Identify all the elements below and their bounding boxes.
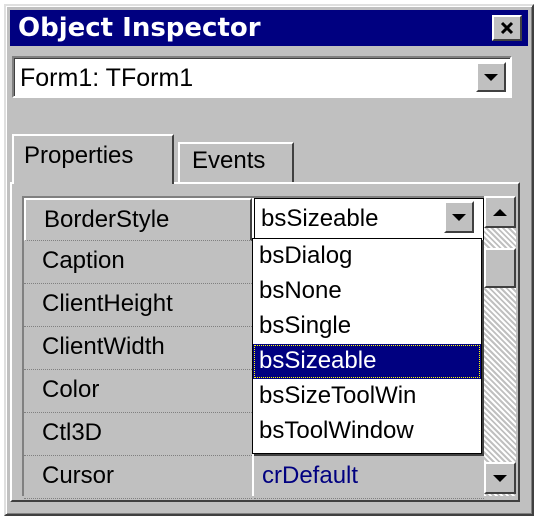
property-row[interactable]: BorderStyle bsSizeable xyxy=(24,198,484,241)
component-selector[interactable]: Form1: TForm1 xyxy=(12,56,512,98)
property-name[interactable]: Ctl3D xyxy=(24,413,252,456)
tab-properties-label: Properties xyxy=(24,142,134,169)
tab-events-label: Events xyxy=(192,147,266,174)
tab-properties[interactable]: Properties xyxy=(12,134,174,184)
property-name[interactable]: Color xyxy=(24,370,252,413)
chevron-down-icon xyxy=(484,73,498,81)
dropdown-option[interactable]: bsDialog xyxy=(253,239,481,274)
close-button[interactable] xyxy=(492,15,522,41)
title-bar[interactable]: Object Inspector xyxy=(10,10,528,46)
dropdown-option-selected[interactable]: bsSizeable xyxy=(253,344,481,379)
dropdown-option[interactable]: bsSizeToolWin xyxy=(253,379,481,414)
chevron-down-icon xyxy=(452,213,466,221)
scroll-down-button[interactable] xyxy=(484,462,516,494)
window-title: Object Inspector xyxy=(18,13,261,43)
property-value[interactable]: crDefault xyxy=(254,456,484,499)
scroll-up-button[interactable] xyxy=(484,196,516,228)
dropdown-option[interactable]: bsToolWindow xyxy=(253,414,481,449)
close-icon xyxy=(500,21,514,35)
dropdown-option[interactable]: bsSingle xyxy=(253,309,481,344)
border-style-dropdown-button[interactable] xyxy=(444,201,474,233)
scroll-thumb[interactable] xyxy=(484,248,516,288)
component-selector-value: Form1: TForm1 xyxy=(20,64,194,92)
property-name[interactable]: BorderStyle xyxy=(24,198,252,241)
component-dropdown-button[interactable] xyxy=(476,62,506,92)
property-name[interactable]: ClientHeight xyxy=(24,284,252,327)
property-name[interactable]: Cursor xyxy=(24,456,252,499)
arrow-down-icon xyxy=(493,474,507,482)
dropdown-option[interactable]: bsNone xyxy=(253,274,481,309)
property-row[interactable]: Cursor crDefault xyxy=(24,456,484,499)
arrow-up-icon xyxy=(493,208,507,216)
property-name[interactable]: ClientWidth xyxy=(24,327,252,370)
property-name[interactable]: Caption xyxy=(24,241,252,284)
border-style-dropdown-list: bsDialog bsNone bsSingle bsSizeable bsSi… xyxy=(252,238,482,454)
vertical-scrollbar[interactable] xyxy=(484,196,516,496)
property-value: bsSizeable xyxy=(261,205,379,232)
tab-events[interactable]: Events xyxy=(178,142,294,182)
